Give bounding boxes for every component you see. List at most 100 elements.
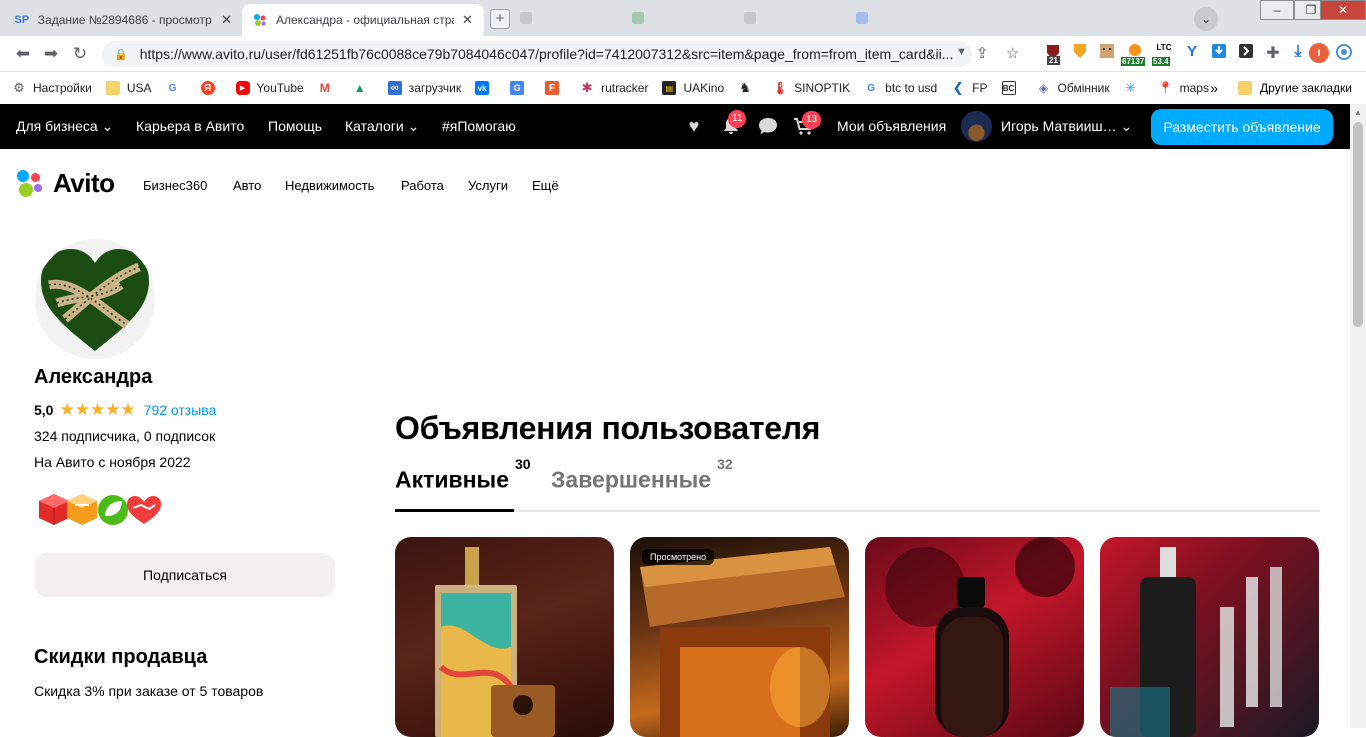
tab-title: Александра - официальная стран xyxy=(276,13,454,27)
bookmark-item[interactable]: 🌡 SINOPTIK xyxy=(773,81,851,95)
reload-icon[interactable]: ↻ xyxy=(69,44,91,64)
help-link[interactable]: Помощь xyxy=(268,104,322,149)
seller-name: Александра xyxy=(34,366,153,388)
bookmark-item[interactable]: 📍 maps xyxy=(1158,81,1209,95)
subscribe-button[interactable]: Подписаться xyxy=(35,553,335,597)
listing-card[interactable] xyxy=(1100,537,1319,737)
page-scrollbar[interactable]: ▲ xyxy=(1350,104,1366,728)
browser-tab-active[interactable]: Александра - официальная стран ✕ xyxy=(242,4,484,36)
category-realty[interactable]: Недвижимость xyxy=(285,178,374,193)
ya-help-link[interactable]: #яПомогаю xyxy=(442,104,516,149)
bookmark-item[interactable]: ✳ xyxy=(1124,80,1145,95)
category-auto[interactable]: Авто xyxy=(233,178,261,193)
close-tab-icon[interactable]: ✕ xyxy=(221,12,232,28)
extension-download-blue-icon[interactable] xyxy=(1209,43,1229,65)
bookmark-item[interactable]: USA xyxy=(105,81,152,95)
category-business360[interactable]: Бизнес360 xyxy=(143,178,207,193)
extension-face-icon[interactable] xyxy=(1097,43,1117,65)
new-tab-button[interactable]: + xyxy=(490,9,510,29)
listing-photo xyxy=(1110,547,1282,737)
bookmark-item[interactable]: BC xyxy=(1001,81,1023,95)
background-tabs xyxy=(520,8,968,28)
more-bookmarks-icon[interactable]: » xyxy=(1210,80,1218,96)
for-business-menu[interactable]: Для бизнеса ⌄ xyxy=(16,104,113,149)
listing-card[interactable] xyxy=(395,537,614,737)
forward-arrow-icon[interactable]: ➡ xyxy=(40,44,62,64)
bookmark-item[interactable]: Gbtc to usd xyxy=(864,81,937,95)
bookmark-item[interactable]: F xyxy=(545,81,566,95)
finished-count: 32 xyxy=(717,456,733,472)
url-bar[interactable]: 🔒 https://www.avito.ru/user/fd61251fb76c… xyxy=(102,41,972,67)
other-bookmarks-folder[interactable]: Другие закладки xyxy=(1260,81,1352,95)
seller-badges[interactable] xyxy=(37,491,162,527)
scroll-up-arrow-icon[interactable]: ▲ xyxy=(1354,108,1362,117)
close-window-button[interactable]: ✕ xyxy=(1320,0,1366,20)
extension-v-icon[interactable]: Y xyxy=(1182,43,1202,65)
category-jobs[interactable]: Работа xyxy=(401,178,444,193)
bookmark-item[interactable]: ♞ xyxy=(738,80,759,95)
rating-stars-icon: ★★★★★ xyxy=(59,400,136,419)
close-tab-icon[interactable]: ✕ xyxy=(462,12,473,28)
bookmark-item[interactable]: ✱ rutracker xyxy=(580,80,649,95)
scrollbar-thumb[interactable] xyxy=(1353,122,1363,327)
gmail-icon: M xyxy=(319,81,330,95)
drive-icon: ▲ xyxy=(353,81,366,95)
bookmark-item[interactable]: vk xyxy=(475,81,496,95)
extension-arrow-dark-icon[interactable] xyxy=(1236,43,1256,65)
share-icon[interactable]: ⇪ xyxy=(976,44,989,62)
bookmark-item[interactable]: ∞ загрузчик xyxy=(387,81,461,95)
downloads-icon[interactable]: ⤓ xyxy=(1288,43,1308,65)
category-services[interactable]: Услуги xyxy=(468,178,508,193)
extension-shield-orange-icon[interactable] xyxy=(1070,43,1090,65)
litecoin-price-extension-icon[interactable]: LTC 53.4 xyxy=(1152,43,1176,66)
back-arrow-icon[interactable]: ⬅ xyxy=(12,44,34,64)
profile-avatar-icon[interactable]: I xyxy=(1309,43,1329,65)
bookmark-item[interactable]: ⚙ Настройки xyxy=(12,80,92,95)
browser-tab[interactable]: SP Задание №2894686 - просмотр з ✕ xyxy=(4,4,242,36)
subscribers-text[interactable]: 324 подписчика, 0 подписок xyxy=(34,428,215,444)
listings-tabs: Активные30 Завершенные32 xyxy=(395,456,1320,512)
listing-photo xyxy=(885,537,1075,737)
url-text[interactable]: https://www.avito.ru/user/fd61251fb76c00… xyxy=(140,46,960,62)
favorites-heart-icon[interactable]: ♥ xyxy=(683,116,705,136)
avito-logo[interactable]: Avito xyxy=(17,168,115,199)
bookmark-star-icon[interactable]: ☆ xyxy=(1006,44,1019,62)
bookmark-item[interactable]: ▤ UAKino xyxy=(662,81,724,95)
folder-icon xyxy=(1238,81,1253,95)
extensions-puzzle-icon[interactable]: ✚ xyxy=(1263,43,1283,65)
reviews-link[interactable]: 792 отзыва xyxy=(144,402,217,418)
bookmark-item[interactable]: ▲ xyxy=(353,81,374,95)
user-menu[interactable]: Игорь Матвииш… ⌄ xyxy=(1001,104,1132,149)
bookmark-item[interactable]: G xyxy=(510,81,531,95)
tab-finished-listings[interactable]: Завершенные32 xyxy=(551,456,733,494)
post-ad-button[interactable]: Разместить объявление xyxy=(1151,109,1333,145)
chevron-down-icon: ⌄ xyxy=(1120,118,1133,134)
tab-active-listings[interactable]: Активные30 xyxy=(395,456,531,494)
dropdown-arrow-icon[interactable]: ▼ xyxy=(956,46,967,58)
user-avatar[interactable] xyxy=(961,111,992,142)
extension-shield-icon[interactable]: 21 xyxy=(1043,43,1063,65)
active-tab-underline xyxy=(395,509,514,512)
avito-logo-icon xyxy=(17,169,47,198)
bookmark-item[interactable]: ▶ YouTube xyxy=(235,81,304,95)
gear-icon: ⚙ xyxy=(13,80,25,95)
catalogs-menu[interactable]: Каталоги ⌄ xyxy=(345,104,419,149)
bookmark-item[interactable]: G xyxy=(166,81,187,95)
bookmark-item[interactable]: ❮ FP xyxy=(951,80,988,95)
listing-card[interactable] xyxy=(865,537,1084,737)
category-more[interactable]: Ещё xyxy=(532,178,559,193)
bookmark-item[interactable]: M xyxy=(318,81,339,95)
listing-card[interactable]: Просмотрено xyxy=(630,537,849,737)
minimize-window-button[interactable]: – xyxy=(1260,0,1294,20)
career-link[interactable]: Карьера в Авито xyxy=(136,104,244,149)
lock-icon: 🔒 xyxy=(114,48,128,61)
browser-menu-icon[interactable] xyxy=(1334,43,1354,65)
chevron-down-icon[interactable]: ⌄ xyxy=(1194,7,1218,31)
translate-icon: G xyxy=(510,81,525,95)
google-icon: G xyxy=(168,82,177,94)
bookmark-item[interactable]: ◈ Обмінник xyxy=(1037,81,1110,95)
bookmark-item[interactable]: Я xyxy=(200,81,222,95)
messages-chat-icon[interactable] xyxy=(757,116,779,136)
my-ads-link[interactable]: Мои объявления xyxy=(837,104,946,149)
bitcoin-price-extension-icon[interactable]: 67137 xyxy=(1121,43,1148,66)
